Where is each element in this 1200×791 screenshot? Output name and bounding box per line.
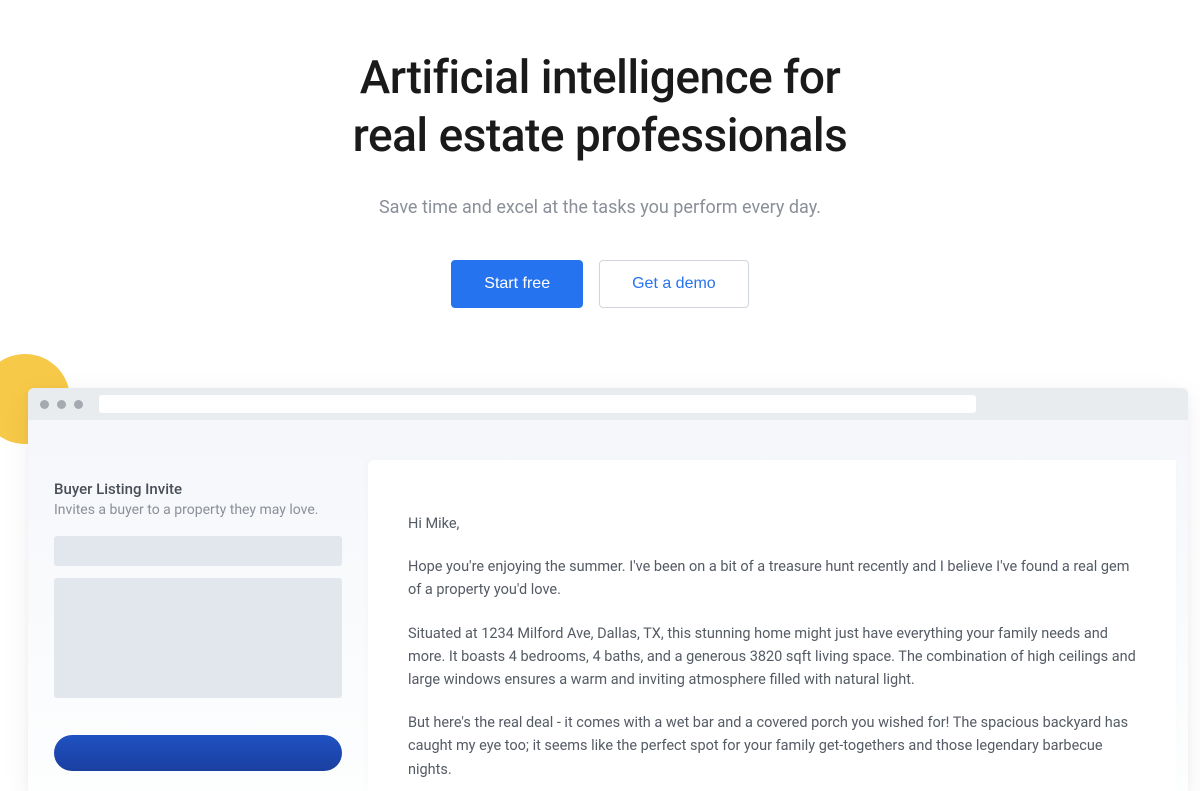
headline-line1: Artificial intelligence for: [360, 51, 841, 105]
mockup-content: Hi Mike, Hope you're enjoying the summer…: [368, 460, 1176, 791]
url-bar: [99, 395, 976, 413]
email-body: Hi Mike, Hope you're enjoying the summer…: [408, 512, 1136, 791]
hero-section: Artificial intelligence for real estate …: [0, 0, 1200, 308]
traffic-light-icon: [40, 400, 49, 409]
traffic-light-icon: [57, 400, 66, 409]
sidebar-description: Invites a buyer to a property they may l…: [54, 502, 342, 518]
email-greeting: Hi Mike,: [408, 512, 1136, 535]
sidebar-title: Buyer Listing Invite: [54, 480, 342, 498]
page-headline: Artificial intelligence for real estate …: [0, 50, 1200, 165]
email-paragraph: Situated at 1234 Milford Ave, Dallas, TX…: [408, 622, 1136, 692]
textarea-placeholder: [54, 578, 342, 698]
input-placeholder: [54, 536, 342, 566]
email-paragraph: But here's the real deal - it comes with…: [408, 711, 1136, 781]
mockup-body: Buyer Listing Invite Invites a buyer to …: [28, 420, 1188, 791]
product-mockup-window: Buyer Listing Invite Invites a buyer to …: [28, 388, 1188, 791]
page-subheadline: Save time and excel at the tasks you per…: [0, 197, 1200, 218]
mockup-sidebar: Buyer Listing Invite Invites a buyer to …: [28, 420, 368, 791]
cta-row: Start free Get a demo: [0, 260, 1200, 308]
traffic-light-icon: [74, 400, 83, 409]
get-demo-button[interactable]: Get a demo: [599, 260, 749, 308]
start-free-button[interactable]: Start free: [451, 260, 583, 308]
generate-button: [54, 735, 342, 771]
window-chrome: [28, 388, 1188, 420]
headline-line2: real estate professionals: [353, 109, 848, 163]
spacer: [54, 698, 342, 705]
email-paragraph: Hope you're enjoying the summer. I've be…: [408, 555, 1136, 601]
